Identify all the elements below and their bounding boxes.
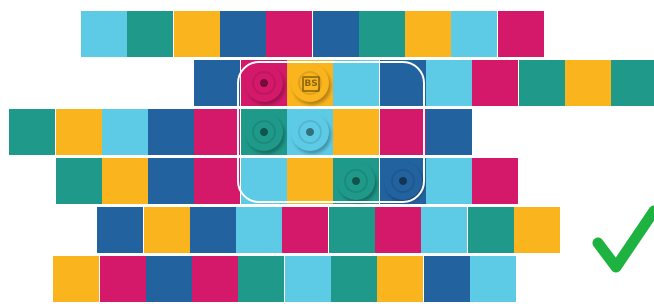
tile-yellow[interactable]: [405, 11, 451, 57]
tile-yellow[interactable]: [102, 158, 148, 204]
token-glyph-icon: BS: [302, 76, 320, 92]
checkmark-icon: [592, 205, 654, 273]
tile-magenta[interactable]: [472, 158, 518, 204]
tile-blue[interactable]: [220, 11, 266, 57]
tile-magenta[interactable]: [375, 207, 421, 253]
tile-teal[interactable]: [238, 256, 284, 302]
tile-blue[interactable]: [194, 60, 240, 106]
tile-magenta[interactable]: [380, 109, 426, 155]
token-cyan[interactable]: [291, 113, 329, 151]
tile-cyan[interactable]: [102, 109, 148, 155]
tile-teal[interactable]: [359, 11, 405, 57]
tile-teal[interactable]: [519, 60, 565, 106]
token-blue[interactable]: [384, 162, 422, 200]
tile-teal[interactable]: [127, 11, 173, 57]
tile-teal[interactable]: [329, 207, 375, 253]
tile-teal[interactable]: [611, 60, 654, 106]
tile-cyan[interactable]: [236, 207, 282, 253]
tile-yellow[interactable]: [333, 109, 379, 155]
tile-magenta[interactable]: [192, 256, 238, 302]
tile-teal[interactable]: [56, 158, 102, 204]
tile-magenta[interactable]: [194, 158, 240, 204]
tile-blue[interactable]: [148, 158, 194, 204]
tile-teal[interactable]: [331, 256, 377, 302]
token-yellow[interactable]: BS: [291, 64, 329, 102]
tile-yellow[interactable]: [53, 256, 99, 302]
tile-cyan[interactable]: [333, 60, 379, 106]
tile-blue[interactable]: [380, 60, 426, 106]
tile-cyan[interactable]: [81, 11, 127, 57]
tile-cyan[interactable]: [241, 158, 287, 204]
tile-yellow[interactable]: [144, 207, 190, 253]
tile-blue[interactable]: [97, 207, 143, 253]
tile-cyan[interactable]: [421, 207, 467, 253]
token-center-dot: [260, 79, 268, 87]
tile-magenta[interactable]: [472, 60, 518, 106]
tile-cyan[interactable]: [426, 158, 472, 204]
tile-yellow[interactable]: [56, 109, 102, 155]
tile-blue[interactable]: [426, 109, 472, 155]
token-center-dot: [306, 128, 314, 136]
tile-magenta[interactable]: [266, 11, 312, 57]
tile-blue[interactable]: [424, 256, 470, 302]
token-center-dot: [352, 177, 360, 185]
tile-yellow[interactable]: [377, 256, 423, 302]
tile-yellow[interactable]: [514, 207, 560, 253]
tile-cyan[interactable]: [426, 60, 472, 106]
tile-yellow[interactable]: [287, 158, 333, 204]
tile-teal[interactable]: [9, 109, 55, 155]
tile-teal[interactable]: [468, 207, 514, 253]
tile-cyan[interactable]: [285, 256, 331, 302]
checkmark-stroke: [592, 205, 654, 273]
tile-magenta[interactable]: [282, 207, 328, 253]
game-board: BS: [0, 0, 654, 307]
tile-blue[interactable]: [313, 11, 359, 57]
token-teal[interactable]: [337, 162, 375, 200]
tile-cyan[interactable]: [470, 256, 516, 302]
tile-magenta[interactable]: [498, 11, 544, 57]
token-center-dot: [260, 128, 268, 136]
token-center-dot: [399, 177, 407, 185]
tile-blue[interactable]: [148, 109, 194, 155]
token-magenta[interactable]: [245, 64, 283, 102]
token-teal[interactable]: [245, 113, 283, 151]
tile-blue[interactable]: [190, 207, 236, 253]
tile-blue[interactable]: [146, 256, 192, 302]
tile-magenta[interactable]: [194, 109, 240, 155]
tile-yellow[interactable]: [565, 60, 611, 106]
tile-magenta[interactable]: [100, 256, 146, 302]
tile-cyan[interactable]: [451, 11, 497, 57]
tile-yellow[interactable]: [174, 11, 220, 57]
